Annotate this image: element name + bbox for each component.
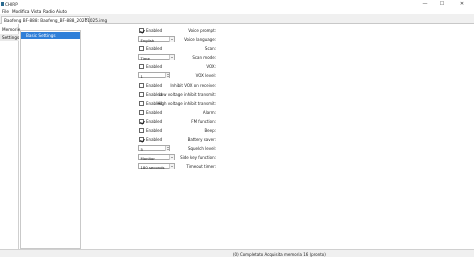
window-title: CHIRP <box>5 1 18 7</box>
menu-vista[interactable]: Vista <box>31 9 41 14</box>
battery-saver-text: Enabled <box>146 136 163 142</box>
side-key-value: Monitor <box>140 155 155 161</box>
title-bar: CHIRP — ☐ ✕ <box>0 0 474 8</box>
spin-arrows-icon[interactable] <box>165 73 169 78</box>
tab-radio-image[interactable]: Baofeng BF-888: Baofeng_BF-888_20211025.… <box>1 15 107 24</box>
menu-aiuto[interactable]: Aiuto <box>56 9 67 14</box>
squelch-value: 5 <box>140 146 143 152</box>
vox-level-spinbox[interactable]: 1 <box>138 72 170 79</box>
chevron-down-icon <box>169 155 174 160</box>
fm-function-label: FM function: <box>191 118 216 124</box>
inhibit-vox-checkbox[interactable] <box>139 82 144 88</box>
row-high-voltage: High voltage inhibit transmit: Enabled <box>83 99 474 107</box>
nav-item-settings[interactable]: Settings <box>0 33 19 41</box>
row-vox-level: VOX level: 1 <box>83 71 474 79</box>
row-squelch: Squelch level: 5 <box>83 144 474 152</box>
left-nav: Memorie Settings <box>0 24 20 249</box>
vox-level-label: VOX level: <box>195 72 216 78</box>
scan-mode-select[interactable]: Time <box>138 54 175 61</box>
chevron-down-icon <box>169 164 174 169</box>
status-text: (0) Completato Acquisita memoria 16 (pro… <box>233 251 326 257</box>
beep-checkbox[interactable] <box>139 127 144 133</box>
low-voltage-label: Low voltage inhibit transmit: <box>158 91 216 97</box>
tree-item-basic-settings[interactable]: Basic Settings <box>21 31 80 39</box>
squelch-label: Squelch level: <box>187 145 216 151</box>
beep-text: Enabled <box>146 127 163 133</box>
menu-modifica[interactable]: Modifica <box>12 9 30 14</box>
voice-prompt-label: Voice prompt: <box>188 27 216 33</box>
side-key-label: Side key function: <box>180 154 216 160</box>
timeout-timer-select[interactable]: 180 seconds <box>138 163 175 170</box>
timeout-timer-value: 180 seconds <box>140 164 165 170</box>
battery-saver-checkbox[interactable] <box>139 136 144 142</box>
scan-mode-value: Time <box>140 55 150 61</box>
row-fm-function: FM function: Enabled <box>83 117 474 125</box>
row-voice-prompt: Voice prompt: Enabled <box>83 26 474 34</box>
menu-file[interactable]: File <box>2 9 9 14</box>
scan-label: Scan: <box>204 45 216 51</box>
close-icon[interactable]: ✕ <box>455 0 469 8</box>
vox-text: Enabled <box>146 63 163 69</box>
vox-label: VOX: <box>206 63 216 69</box>
tab-close-icon[interactable]: ✕ <box>84 17 88 23</box>
tree-item-label: Basic Settings <box>26 32 56 38</box>
high-voltage-text: Enabled <box>146 100 163 106</box>
chirp-app-icon <box>1 1 4 6</box>
high-voltage-label: High voltage inhibit transmit: <box>157 100 216 106</box>
row-side-key: Side key function: Monitor <box>83 153 474 161</box>
vox-level-value: 1 <box>140 73 143 79</box>
beep-label: Beep: <box>204 127 216 133</box>
row-timeout-timer: Timeout timer: 180 seconds <box>83 162 474 170</box>
timeout-timer-label: Timeout timer: <box>186 163 216 169</box>
low-voltage-text: Enabled <box>146 91 163 97</box>
scan-text: Enabled <box>146 45 163 51</box>
alarm-label: Alarm: <box>202 109 216 115</box>
spin-arrows-icon[interactable] <box>165 146 169 151</box>
row-scan-mode: Scan mode: Time <box>83 53 474 61</box>
menu-radio[interactable]: Radio <box>43 9 55 14</box>
tab-label: Baofeng BF-888: Baofeng_BF-888_20211025.… <box>4 18 108 23</box>
settings-tree: Basic Settings <box>20 30 81 249</box>
row-battery-saver: Battery saver: Enabled <box>83 135 474 143</box>
row-inhibit-vox: Inhibit VOX on receive: Enabled <box>83 81 474 89</box>
row-alarm: Alarm: Enabled <box>83 108 474 116</box>
nav-item-memorie[interactable]: Memorie <box>0 26 20 33</box>
high-voltage-checkbox[interactable] <box>139 100 144 106</box>
inhibit-vox-label: Inhibit VOX on receive: <box>170 82 216 88</box>
settings-panel: Voice prompt: Enabled Voice language: En… <box>83 24 474 249</box>
inhibit-vox-text: Enabled <box>146 82 163 88</box>
row-vox: VOX: Enabled <box>83 62 474 70</box>
alarm-checkbox[interactable] <box>139 109 144 115</box>
row-scan: Scan: Enabled <box>83 44 474 52</box>
low-voltage-checkbox[interactable] <box>139 91 144 97</box>
voice-prompt-checkbox[interactable] <box>139 27 144 33</box>
voice-language-label: Voice language: <box>184 36 216 42</box>
minimize-icon[interactable]: — <box>418 0 432 8</box>
maximize-icon[interactable]: ☐ <box>435 0 449 8</box>
scan-checkbox[interactable] <box>139 45 144 51</box>
row-voice-language: Voice language: English <box>83 35 474 43</box>
fm-function-text: Enabled <box>146 118 163 124</box>
scan-mode-label: Scan mode: <box>192 54 216 60</box>
chevron-down-icon <box>169 37 174 42</box>
row-beep: Beep: Enabled <box>83 126 474 134</box>
voice-prompt-text: Enabled <box>146 27 163 33</box>
main-area: Memorie Settings Basic Settings Voice pr… <box>0 24 474 249</box>
voice-language-value: English <box>140 37 155 43</box>
status-bar: (0) Completato Acquisita memoria 16 (pro… <box>0 249 474 257</box>
chevron-down-icon <box>169 55 174 60</box>
fm-function-checkbox[interactable] <box>139 118 144 124</box>
squelch-spinbox[interactable]: 5 <box>138 145 170 152</box>
alarm-text: Enabled <box>146 109 163 115</box>
side-key-select[interactable]: Monitor <box>138 154 175 161</box>
vox-checkbox[interactable] <box>139 63 144 69</box>
tab-bar: Baofeng BF-888: Baofeng_BF-888_20211025.… <box>0 14 474 24</box>
voice-language-select[interactable]: English <box>138 36 175 43</box>
row-low-voltage: Low voltage inhibit transmit: Enabled <box>83 90 474 98</box>
battery-saver-label: Battery saver: <box>187 136 216 142</box>
